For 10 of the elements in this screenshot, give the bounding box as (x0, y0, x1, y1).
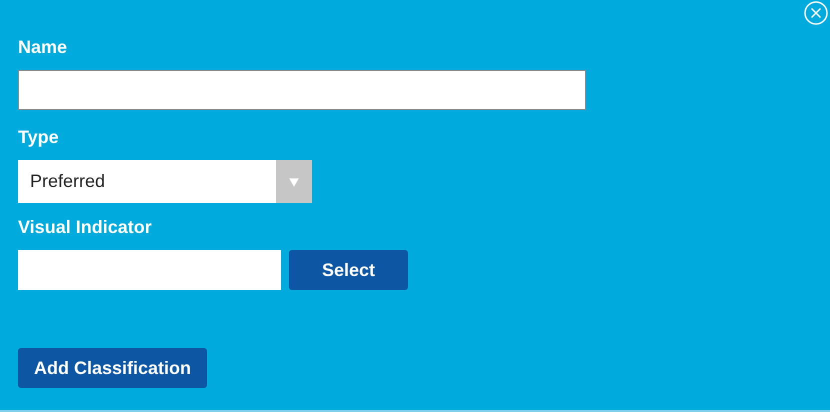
field-label: Type (18, 126, 59, 148)
dropdown-arrow-icon (288, 176, 300, 188)
type-dropdown[interactable]: Preferred (18, 160, 312, 203)
add-classification-button[interactable]: Add Classification (18, 348, 208, 388)
field-label: Name (18, 36, 68, 58)
name-input[interactable] (18, 70, 586, 110)
close-icon[interactable] (804, 1, 828, 25)
field-label: Visual Indicator (18, 216, 152, 238)
indicator-input[interactable] (18, 250, 281, 290)
select-button[interactable]: Select (289, 250, 408, 290)
